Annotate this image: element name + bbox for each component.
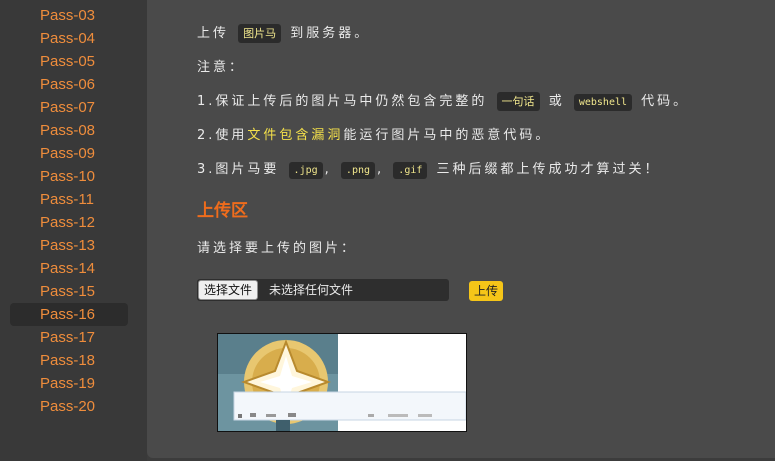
sidebar-item-pass-09[interactable]: Pass-09: [10, 142, 128, 165]
main-panel: 上传 图片马 到服务器。 注意： 1.保证上传后的图片马中仍然包含完整的 一句话…: [147, 0, 775, 458]
sidebar-nav: Pass-03 Pass-04 Pass-05 Pass-06 Pass-07 Pass-…: [10, 4, 128, 418]
separator: ,: [324, 162, 332, 177]
task-item-1: 1.保证上传后的图片马中仍然包含完整的 一句话 或 webshell 代码。: [197, 90, 690, 111]
file-status-text: 未选择任何文件: [269, 283, 354, 297]
uploaded-image-preview: [217, 333, 467, 432]
sidebar-item-pass-04[interactable]: Pass-04: [10, 27, 128, 50]
sidebar-item-pass-19[interactable]: Pass-19: [10, 372, 128, 395]
code-tag: .png: [340, 162, 376, 179]
task-line-1: 上传 图片马 到服务器。: [197, 22, 371, 43]
task-text: 2.使用: [197, 128, 248, 143]
sidebar-item-pass-18[interactable]: Pass-18: [10, 349, 128, 372]
sidebar-item-pass-17[interactable]: Pass-17: [10, 326, 128, 349]
sidebar-item-pass-13[interactable]: Pass-13: [10, 234, 128, 257]
note-label: 注意：: [197, 60, 246, 75]
sidebar-item-pass-03[interactable]: Pass-03: [10, 4, 128, 27]
sidebar-item-pass-05[interactable]: Pass-05: [10, 50, 128, 73]
task-item-2: 2.使用文件包含漏洞能运行图片马中的恶意代码。: [197, 124, 551, 143]
code-tag: .gif: [393, 162, 428, 179]
upload-section-title: 上传区: [197, 201, 248, 221]
sidebar-item-pass-12[interactable]: Pass-12: [10, 211, 128, 234]
task-item-3: 3.图片马要 .jpg, .png, .gif 三种后缀都上传成功才算过关！: [197, 158, 661, 179]
task-text: 上传: [197, 26, 230, 41]
code-tag: 一句话: [496, 92, 540, 111]
choose-file-button[interactable]: 选择文件: [198, 280, 259, 300]
code-tag: .jpg: [288, 162, 323, 179]
sidebar-item-pass-14[interactable]: Pass-14: [10, 257, 128, 280]
code-tag: 图片马: [238, 24, 282, 43]
task-text: 或: [548, 94, 565, 109]
task-text: 到服务器。: [290, 26, 371, 41]
task-text: 1.保证上传后的图片马中仍然包含完整的: [197, 94, 488, 109]
sidebar-item-pass-15[interactable]: Pass-15: [10, 280, 128, 303]
sidebar-item-pass-20[interactable]: Pass-20: [10, 395, 128, 418]
task-text: 3.图片马要: [197, 162, 280, 177]
file-input[interactable]: 选择文件 未选择任何文件: [197, 279, 449, 301]
code-tag: webshell: [573, 94, 633, 111]
sidebar-item-pass-07[interactable]: Pass-07: [10, 96, 128, 119]
sidebar-item-pass-10[interactable]: Pass-10: [10, 165, 128, 188]
sidebar-item-pass-11[interactable]: Pass-11: [10, 188, 128, 211]
upload-button[interactable]: 上传: [469, 281, 503, 301]
sidebar-item-pass-08[interactable]: Pass-08: [10, 119, 128, 142]
sidebar-item-pass-06[interactable]: Pass-06: [10, 73, 128, 96]
task-text: 能运行图片马中的恶意代码。: [343, 128, 552, 143]
sidebar: Pass-03 Pass-04 Pass-05 Pass-06 Pass-07 Pass-…: [0, 0, 147, 461]
separator: ,: [377, 162, 385, 177]
task-text: 代码。: [641, 94, 690, 109]
highlight-text: 文件包含漏洞: [247, 128, 344, 143]
star-badge-icon: [218, 334, 466, 431]
sidebar-item-pass-16[interactable]: Pass-16: [10, 303, 128, 326]
task-text: 三种后缀都上传成功才算过关！: [436, 162, 661, 177]
upload-prompt: 请选择要上传的图片：: [197, 241, 358, 256]
